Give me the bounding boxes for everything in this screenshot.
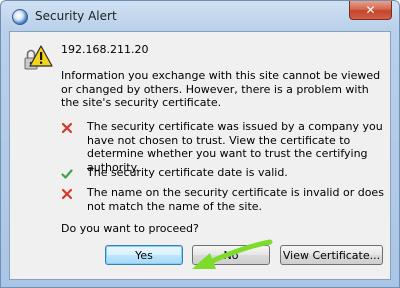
certificate-issue-trust: The security certificate was issued by a…	[61, 120, 386, 174]
view-certificate-button[interactable]: View Certificate...	[280, 245, 383, 265]
red-x-icon	[61, 122, 73, 134]
certificate-date-text: The security certificate date is valid.	[87, 166, 288, 179]
green-check-icon	[61, 169, 73, 179]
certificate-name-text: The name on the security certificate is …	[87, 186, 384, 213]
dialog-body: 192.168.211.20 Information you exchange …	[9, 31, 391, 280]
certificate-name-invalid: The name on the security certificate is …	[61, 186, 386, 216]
title-bar[interactable]: Security Alert ✕	[1, 1, 399, 31]
close-button[interactable]: ✕	[349, 1, 392, 20]
internet-explorer-icon	[12, 9, 28, 25]
security-alert-window: Security Alert ✕ 192.168.211.20 Informat…	[0, 0, 400, 288]
proceed-question: Do you want to proceed?	[61, 222, 199, 235]
window-title: Security Alert	[35, 9, 117, 23]
annotation-arrow-icon	[192, 239, 273, 269]
red-x-icon	[61, 188, 73, 200]
yes-button[interactable]: Yes	[105, 245, 183, 265]
site-host: 192.168.211.20	[61, 43, 149, 56]
security-warning-lock-icon	[24, 45, 53, 70]
certificate-date-valid: The security certificate date is valid.	[61, 166, 386, 182]
alert-message: Information you exchange with this site …	[61, 69, 381, 109]
